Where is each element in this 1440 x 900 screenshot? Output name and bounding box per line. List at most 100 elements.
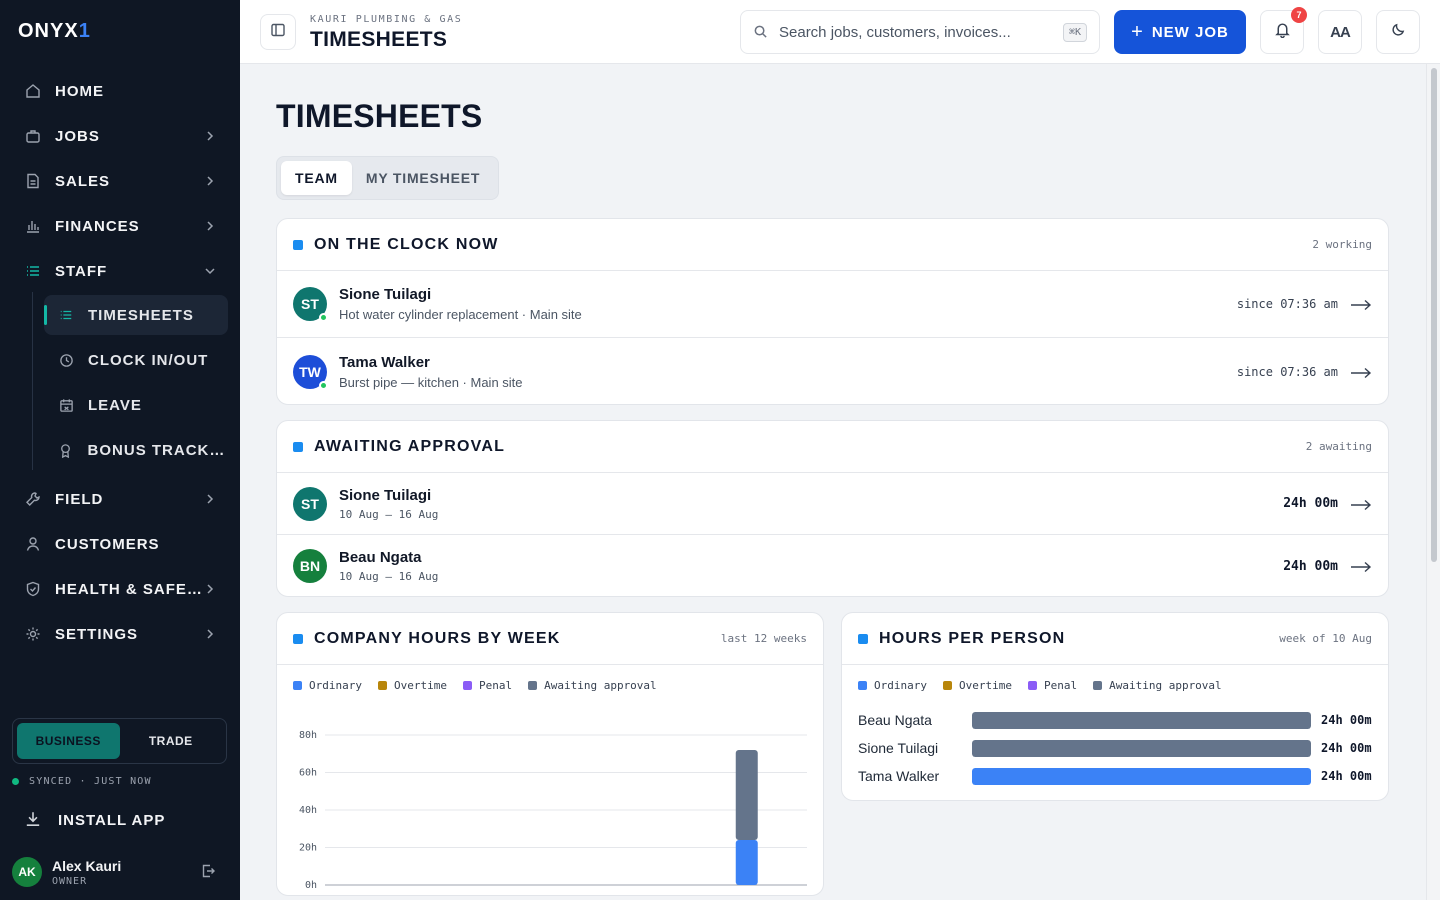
period-range: 10 Aug – 16 Aug [339, 570, 439, 583]
sidebar-item-sales[interactable]: SALES [12, 162, 228, 200]
sidebar-item-customers[interactable]: CUSTOMERS [12, 525, 228, 563]
submenu-guide [32, 292, 33, 470]
person-hours-row[interactable]: Tama Walker 24h 00m [858, 766, 1373, 786]
bell-icon [1274, 21, 1291, 43]
bar-segment [735, 750, 758, 840]
clock-since: since 07:36 am [1236, 364, 1338, 379]
tab-my-timesheet[interactable]: MY TIMESHEET [352, 161, 494, 195]
online-indicator [319, 380, 328, 390]
scrollbar[interactable] [1426, 64, 1440, 900]
sync-dot [12, 778, 19, 785]
hours-value: 24h 00m [1321, 741, 1372, 755]
legend-swatch [858, 681, 867, 690]
font-size-button[interactable]: AA [1318, 10, 1362, 54]
download-icon [24, 810, 44, 830]
user-role: OWNER [52, 875, 88, 887]
arrow-right-icon [1350, 366, 1372, 378]
chevron-right-icon [202, 218, 218, 234]
notifications-button[interactable]: 7 [1260, 7, 1307, 54]
sidebar-item-label: HOME [55, 82, 104, 100]
sidebar-item-health-safety[interactable]: HEALTH & SAFETY [12, 570, 228, 608]
theme-toggle-button[interactable] [1376, 10, 1420, 54]
tab-team[interactable]: TEAM [281, 161, 352, 195]
hours-value: 24h 00m [1321, 769, 1372, 783]
mode-toggle: BUSINESS TRADE [12, 718, 227, 764]
home-icon [24, 82, 42, 100]
sidebar-item-settings[interactable]: SETTINGS [12, 615, 228, 653]
avatar: TW [293, 354, 328, 390]
legend-item: Awaiting approval [528, 679, 657, 692]
search-box[interactable]: ⌘K [740, 10, 1100, 54]
legend-item: Ordinary [858, 679, 927, 692]
chevron-right-icon [202, 581, 218, 597]
search-input[interactable] [779, 23, 1063, 41]
hours-per-person-card: HOURS PER PERSON week of 10 Aug Ordinary… [841, 612, 1389, 801]
list-item[interactable]: BN Beau Ngata 10 Aug – 16 Aug 24h 00m [277, 535, 1388, 596]
hours-bar [972, 711, 1311, 729]
new-job-button[interactable]: + NEW JOB [1114, 10, 1246, 54]
legend-swatch [293, 681, 302, 690]
moon-icon [1391, 22, 1406, 42]
chart-title: COMPANY HOURS BY WEEK [314, 629, 561, 647]
scrollbar-thumb[interactable] [1431, 68, 1437, 562]
person-hours-row[interactable]: Sione Tuilagi 24h 00m [858, 738, 1373, 758]
chart-title: HOURS PER PERSON [879, 629, 1066, 647]
panel-icon [270, 22, 286, 43]
person-name: Tama Walker [858, 768, 940, 784]
timesheet-tabs: TEAM MY TIMESHEET [276, 156, 500, 200]
user-profile[interactable]: AK Alex Kauri OWNER [12, 855, 228, 889]
sidebar-item-label: SETTINGS [55, 625, 139, 643]
chevron-right-icon [202, 491, 218, 507]
hours-bar [972, 767, 1311, 785]
chevron-right-icon [202, 626, 218, 642]
person-hours-row[interactable]: Beau Ngata 24h 00m [858, 710, 1373, 730]
staff-name: Tama Walker [339, 353, 430, 371]
hours-value: 24h 00m [1321, 713, 1372, 727]
legend-item: Penal [462, 679, 512, 692]
sidebar-subitem-label: TIMESHEETS [88, 306, 194, 324]
sidebar-item-finances[interactable]: FINANCES [12, 207, 228, 245]
sidebar-subitem-bonus[interactable]: BONUS TRACKER [44, 430, 228, 470]
mode-trade-button[interactable]: TRADE [120, 723, 223, 759]
chart-subtitle: last 12 weeks [720, 632, 807, 645]
sidebar-item-home[interactable]: HOME [12, 72, 228, 110]
breadcrumb: KAURI PLUMBING & GAS [310, 14, 463, 25]
sidebar-subitem-timesheets[interactable]: TIMESHEETS [44, 295, 228, 335]
list-item[interactable]: ST Sione Tuilagi 10 Aug – 16 Aug 24h 00m [277, 473, 1388, 535]
legend-item: Awaiting approval [1093, 679, 1222, 692]
topbar-title: TIMESHEETS [310, 28, 448, 51]
sidebar-toggle-button[interactable] [260, 14, 296, 50]
sidebar: ONYX1 HOME JOBS SALES FINANCES STAFF TIM… [0, 0, 240, 900]
job-detail: Burst pipe — kitchen · Main site [339, 374, 523, 390]
sidebar-subitem-clock[interactable]: CLOCK IN/OUT [44, 340, 228, 380]
chart-legend: Ordinary Overtime Penal Awaiting approva… [858, 679, 1238, 692]
clock-since: since 07:36 am [1236, 297, 1338, 311]
hours-bar [972, 739, 1311, 757]
mode-business-button[interactable]: BUSINESS [17, 723, 120, 759]
legend-swatch [528, 681, 538, 690]
person-name: Sione Tuilagi [858, 740, 939, 756]
legend-item: Overtime [942, 679, 1012, 692]
legend-swatch [377, 681, 387, 690]
sidebar-item-jobs[interactable]: JOBS [12, 117, 228, 155]
section-marker [293, 633, 303, 644]
install-app-button[interactable]: INSTALL APP [24, 810, 165, 830]
legend-item: Penal [1027, 679, 1077, 692]
card-header: HOURS PER PERSON week of 10 Aug [842, 613, 1388, 665]
list-item[interactable]: TW Tama Walker Burst pipe — kitchen · Ma… [277, 338, 1388, 404]
main-content: TIMESHEETS TEAM MY TIMESHEET ON THE CLOC… [240, 64, 1426, 900]
brand-logo[interactable]: ONYX1 [18, 20, 91, 43]
section-marker [293, 239, 303, 250]
period-range: 10 Aug – 16 Aug [339, 507, 439, 521]
section-marker [858, 633, 868, 644]
avatar: ST [293, 287, 328, 322]
sidebar-item-field[interactable]: FIELD [12, 480, 228, 518]
sidebar-subitem-leave[interactable]: LEAVE [44, 385, 228, 425]
sidebar-item-staff[interactable]: STAFF [12, 252, 228, 290]
list-item[interactable]: ST Sione Tuilagi Hot water cylinder repl… [277, 271, 1388, 338]
total-hours: 24h 00m [1283, 558, 1338, 574]
chevron-right-icon [202, 173, 218, 189]
logout-icon[interactable] [200, 863, 218, 881]
new-job-label: NEW JOB [1151, 23, 1229, 41]
hours-bar-track [972, 739, 1311, 757]
